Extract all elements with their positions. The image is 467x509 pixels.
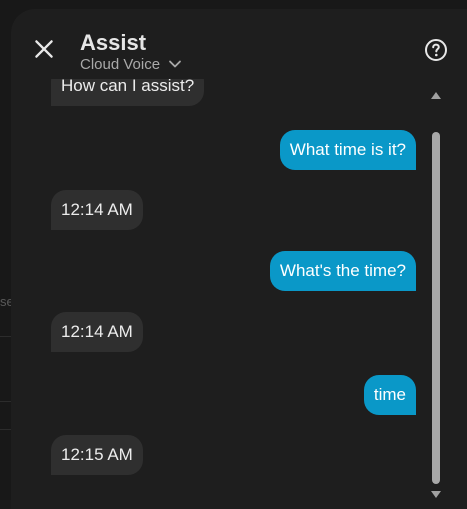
user-message: time (364, 375, 416, 415)
dialog-title: Assist (80, 30, 146, 56)
pipeline-selector[interactable]: Cloud Voice (80, 54, 182, 74)
chevron-down-icon (168, 57, 182, 71)
assist-dialog: Assist Cloud Voice How can I assist? Wha… (11, 9, 467, 509)
user-message: What's the time? (270, 251, 416, 291)
user-message: What time is it? (280, 130, 416, 170)
backdrop-divider (0, 336, 11, 337)
scroll-down-arrow-icon[interactable] (431, 491, 441, 498)
assistant-message: 12:15 AM (51, 435, 143, 475)
scroll-up-arrow-icon[interactable] (431, 92, 441, 99)
assistant-message: 12:14 AM (51, 190, 143, 230)
assistant-message: How can I assist? (51, 79, 204, 106)
pipeline-label: Cloud Voice (80, 56, 160, 73)
close-icon[interactable] (31, 36, 57, 62)
scrollbar-thumb[interactable] (432, 132, 440, 484)
conversation-log: How can I assist? What time is it? 12:14… (11, 79, 427, 509)
conversation-scrollbar[interactable] (430, 88, 442, 509)
backdrop-divider (0, 429, 11, 430)
help-icon[interactable] (424, 38, 448, 62)
backdrop-divider (0, 401, 11, 402)
assistant-message: 12:14 AM (51, 312, 143, 352)
